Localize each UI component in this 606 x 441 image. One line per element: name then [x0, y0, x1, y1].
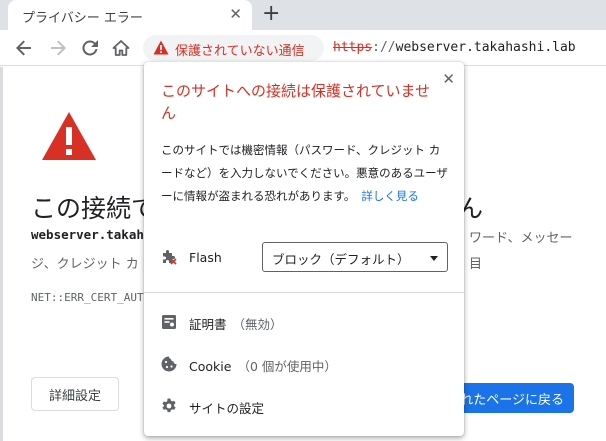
reload-icon	[82, 40, 98, 56]
flash-label: Flash	[189, 250, 222, 265]
page-heading: この接続で	[31, 194, 157, 223]
error-code[interactable]: NET::ERR_CERT_AUT	[31, 291, 144, 304]
page-body-line: ジ、クレジット カ	[31, 257, 139, 272]
advanced-button[interactable]: 詳細設定	[31, 377, 119, 411]
page-host: webserver.takahas	[31, 227, 159, 242]
site-settings-row[interactable]: サイトの設定	[144, 390, 464, 422]
cookie-row[interactable]: Cookie （0 個が使用中）	[144, 348, 464, 380]
cookie-label: Cookie （0 個が使用中）	[189, 356, 337, 375]
tab-strip: プライバシー エラー ✕ +	[0, 0, 606, 30]
url-scheme: https	[333, 40, 373, 55]
tab-privacy-error[interactable]: プライバシー エラー ✕	[8, 0, 252, 30]
url-separator: ://	[372, 40, 396, 55]
cookie-status: （0 個が使用中）	[237, 359, 337, 374]
toolbar: 保護されていない通信 https://webserver.takahashi.l…	[0, 30, 606, 66]
divider	[144, 292, 464, 293]
security-chip-label: 保護されていない通信	[175, 44, 305, 59]
large-warning-icon	[42, 112, 96, 160]
address-bar[interactable]: https://webserver.takahashi.lab	[333, 40, 576, 55]
back-button[interactable]	[12, 36, 36, 60]
url-host: webserver.takahashi.lab	[395, 40, 576, 55]
arrow-right-icon	[51, 40, 66, 56]
certificate-icon	[162, 315, 176, 329]
home-icon	[112, 40, 130, 56]
certificate-status: （無効）	[232, 317, 283, 332]
certificate-label-text: 証明書	[189, 317, 227, 332]
site-settings-label: サイトの設定	[189, 401, 265, 416]
page-info-bubble: ✕ このサイトへの接続は保護されていません このサイトでは機密情報（パスワード、…	[144, 62, 464, 436]
chevron-down-icon	[430, 256, 438, 261]
warning-triangle-icon	[153, 40, 169, 55]
security-chip[interactable]: 保護されていない通信	[143, 35, 324, 61]
popup-description: このサイトでは機密情報（パスワード、クレジット カードなど）を入力しないでくださ…	[161, 139, 451, 208]
flash-permission-select[interactable]: ブロック（デフォルト）	[262, 242, 448, 272]
flash-permission-row: Flash ブロック（デフォルト）	[144, 242, 464, 274]
reload-button[interactable]	[78, 36, 102, 60]
new-tab-button[interactable]: +	[262, 2, 280, 26]
certificate-row[interactable]: 証明書 （無効）	[144, 306, 464, 338]
puzzle-icon	[163, 250, 177, 265]
page-body-tail-1: ワード、メッセー	[469, 231, 573, 246]
learn-more-link[interactable]: 詳しく見る	[361, 189, 419, 203]
tab-title: プライバシー エラー	[22, 11, 143, 26]
cookie-icon	[161, 356, 177, 372]
page-body-tail-2: 目	[469, 257, 483, 272]
gear-icon	[162, 398, 176, 413]
home-button[interactable]	[109, 36, 133, 60]
flash-select-value: ブロック（デフォルト）	[272, 252, 410, 267]
certificate-label: 証明書 （無効）	[189, 314, 283, 333]
arrow-left-icon	[16, 40, 31, 56]
close-icon[interactable]: ✕	[442, 71, 455, 87]
tab-close-icon[interactable]: ✕	[229, 6, 242, 22]
forward-button[interactable]	[46, 36, 70, 60]
popup-title: このサイトへの接続は保護されていません	[161, 82, 431, 122]
cookie-label-text: Cookie	[189, 359, 232, 374]
